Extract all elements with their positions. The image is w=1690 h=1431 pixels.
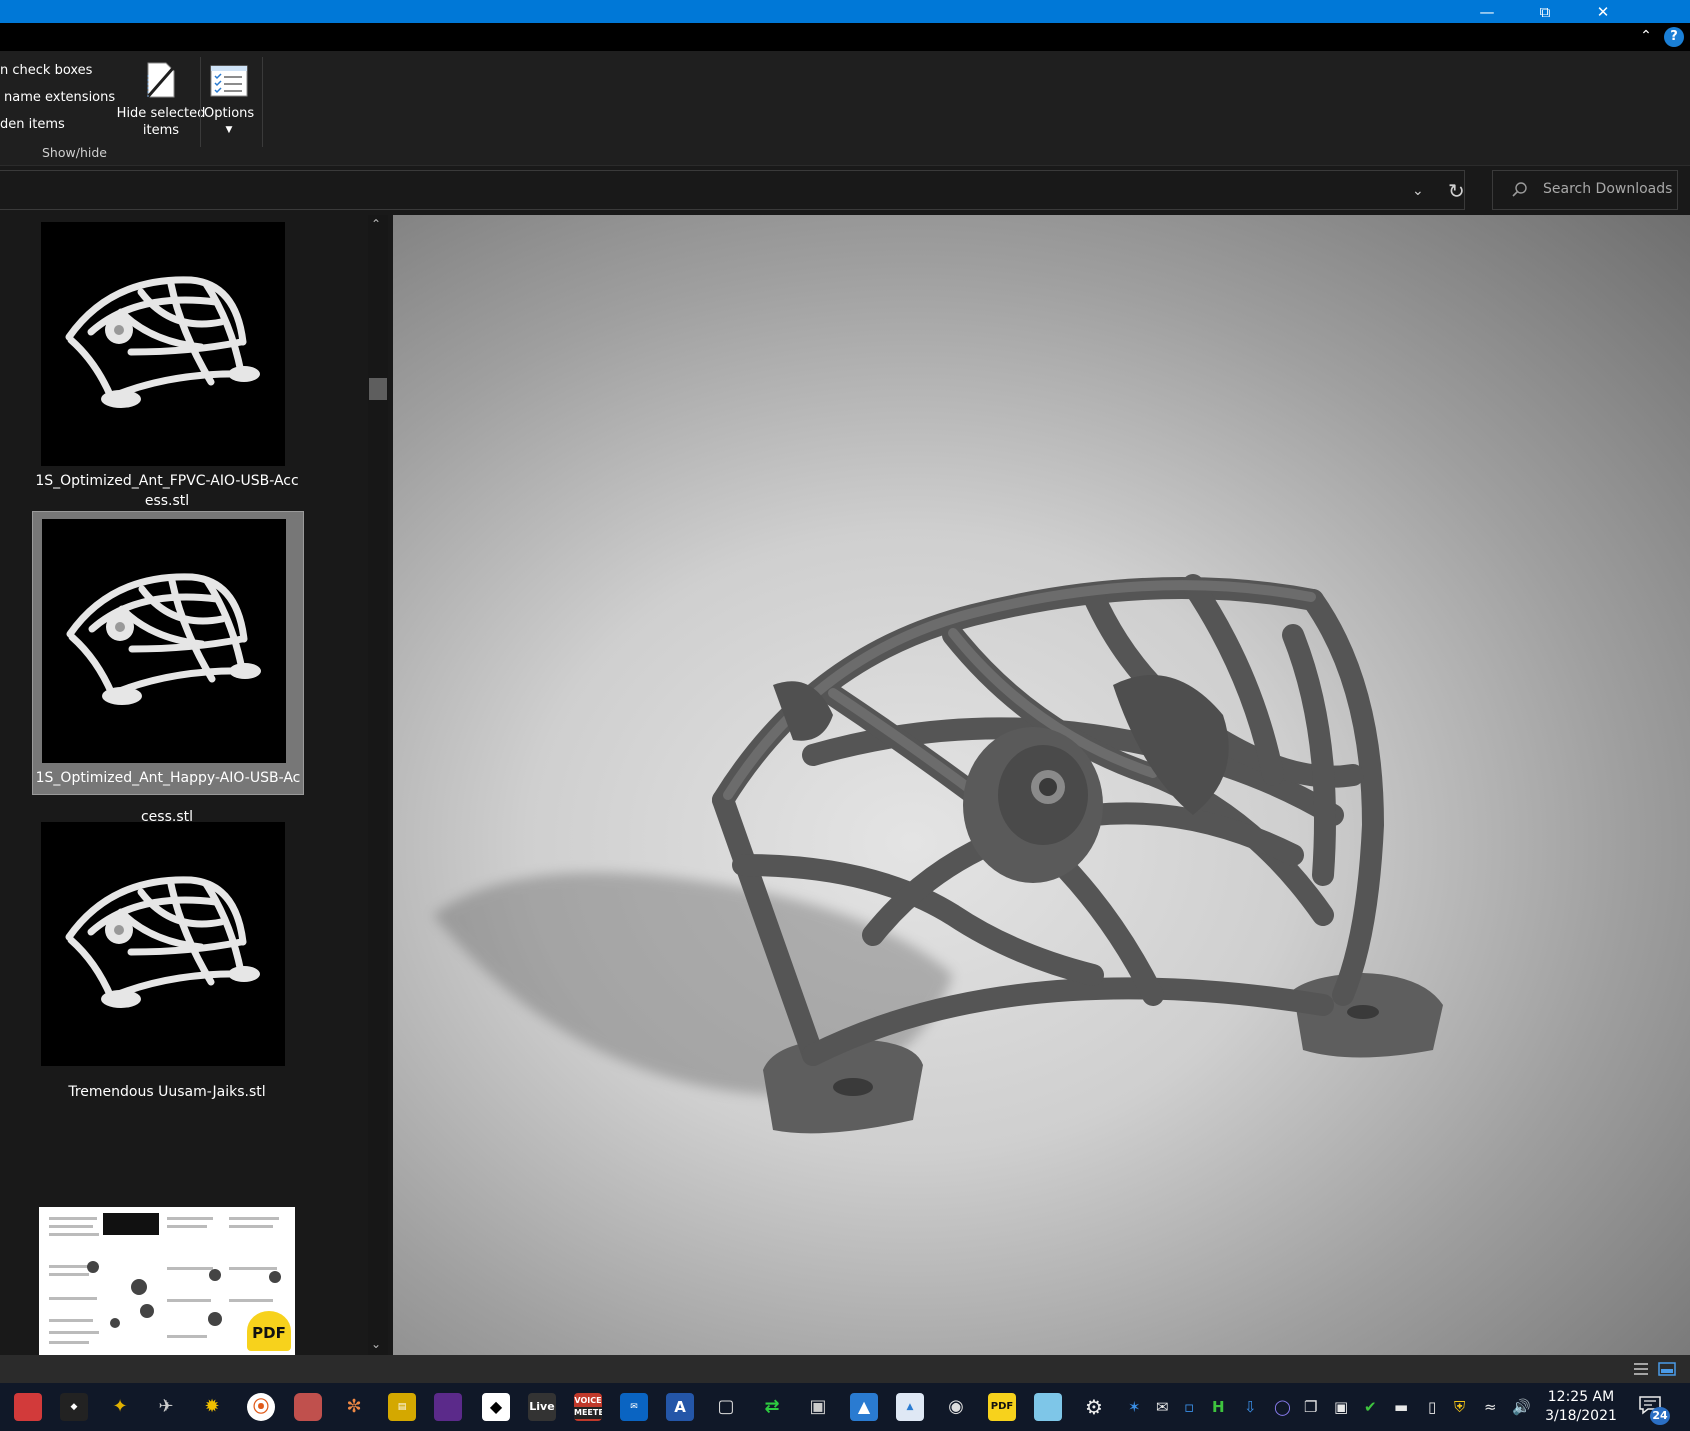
outlook-tray-icon[interactable]: ▫ <box>1184 1398 1194 1416</box>
options-dropdown-icon: ▼ <box>225 125 233 135</box>
taskbar-app-drone-icon[interactable]: ◆ <box>60 1393 88 1421</box>
taskbar-app-cubes-icon[interactable]: ▣ <box>804 1393 832 1421</box>
file-list: 1S_Optimized_Ant_FPVC-AIO-USB-Acc ess.st… <box>0 215 390 1355</box>
file-name: 1S_Optimized_Ant_FPVC-AIO-USB-Acc <box>35 473 299 489</box>
search-icon <box>1512 182 1527 197</box>
file-item-selected[interactable]: 1S_Optimized_Ant_Happy-AIO-USB-Ac <box>32 511 304 795</box>
h-tray-icon[interactable]: H <box>1212 1398 1225 1416</box>
copy-tray-icon[interactable]: ❐ <box>1304 1398 1317 1416</box>
stl-3d-model-preview <box>433 574 1443 1134</box>
item-check-boxes-option[interactable]: n check boxes <box>0 63 92 78</box>
taskbar-settings-gear-icon[interactable]: ⚙ <box>1080 1393 1108 1421</box>
options-button[interactable]: Options ▼ <box>204 59 254 139</box>
preview-pane <box>393 215 1690 1355</box>
download-tray-icon[interactable]: ⇩ <box>1244 1398 1257 1416</box>
stl-model-thumbnail-icon <box>65 876 260 1008</box>
file-item[interactable]: 1S_Optimized_Ant_FPVC-AIO-USB-Acc ess.st… <box>32 215 302 515</box>
stl-model-thumbnail-icon <box>65 276 260 408</box>
taskbar-app-pdf-icon[interactable]: PDF <box>988 1393 1016 1421</box>
taskbar-app-orange-swirl-icon[interactable]: ⦿ <box>247 1393 275 1421</box>
ribbon-tab-strip: ⌃ ? <box>0 23 1690 51</box>
search-input[interactable] <box>1541 180 1675 198</box>
taskbar-app-purple-icon[interactable] <box>434 1393 462 1421</box>
taskbar-app-outlook-icon[interactable]: ✉ <box>620 1393 648 1421</box>
voicemeeter-label-top: VOICE <box>574 1396 602 1405</box>
security-shield-icon[interactable]: ⛨ <box>1454 1398 1465 1416</box>
stl-thumbnail <box>41 822 285 1066</box>
taskbar-app-voicemeeter-icon[interactable]: VOICE MEETER <box>574 1393 602 1421</box>
clock-time: 12:25 AM <box>1547 1389 1615 1405</box>
options-label: Options <box>204 106 255 121</box>
clock[interactable]: 12:25 AM 3/18/2021 <box>1538 1388 1624 1426</box>
device-tray-icon[interactable]: ▬ <box>1394 1398 1408 1416</box>
file-item[interactable]: Tremendous Uusam-Jaiks.stl <box>32 815 302 1100</box>
search-box[interactable] <box>1492 170 1678 210</box>
taskbar-app-resolve-icon[interactable]: ✼ <box>340 1393 368 1421</box>
taskbar-app-red-icon[interactable] <box>14 1393 42 1421</box>
pdf-thumbnail: PDF <box>39 1207 295 1355</box>
large-icons-view-icon[interactable] <box>1658 1361 1676 1377</box>
taskbar-app-bird-icon[interactable]: ✦ <box>106 1393 134 1421</box>
taskbar-app-printer-icon[interactable]: ▢ <box>712 1393 740 1421</box>
file-name: 1S_Optimized_Ant_Happy-AIO-USB-Ac <box>35 770 301 786</box>
check-tray-icon[interactable]: ✔ <box>1364 1398 1377 1416</box>
minimize-button[interactable]: — <box>1458 0 1516 23</box>
show-hide-group-label: Show/hide <box>42 145 107 160</box>
pdf-app-badge: PDF <box>247 1311 291 1351</box>
address-row: ⌄ ↻ <box>0 166 1690 212</box>
clock-date: 3/18/2021 <box>1545 1408 1617 1424</box>
notification-count-badge: 24 <box>1650 1407 1670 1425</box>
file-name: Tremendous Uusam-Jaiks.stl <box>68 1084 266 1100</box>
stl-model-thumbnail-icon <box>66 573 261 705</box>
refresh-icon[interactable]: ↻ <box>1448 179 1465 203</box>
scroll-up-icon[interactable]: ⌃ <box>371 217 381 231</box>
usb-eject-tray-icon[interactable]: ▯ <box>1428 1398 1436 1416</box>
file-list-scrollbar[interactable]: ⌃ ⌄ <box>368 215 388 1355</box>
ring-tray-icon[interactable]: ◯ <box>1274 1398 1291 1416</box>
taskbar-app-ableton-live-icon[interactable]: Live <box>528 1393 556 1421</box>
restore-button[interactable]: ⧉ <box>1516 0 1574 23</box>
ribbon-separator <box>200 57 201 147</box>
file-name-2: ess.stl <box>144 493 190 509</box>
taskbar-app-usb-icon[interactable]: ⇄ <box>758 1393 786 1421</box>
hidden-items-option[interactable]: den items <box>0 117 65 132</box>
ribbon: n check boxes name extensions den items … <box>0 51 1690 166</box>
bluetooth-icon[interactable]: ✶ <box>1128 1398 1141 1416</box>
taskbar-app-blue-wedge-icon[interactable] <box>1034 1393 1062 1421</box>
volume-icon[interactable]: 🔊 <box>1512 1398 1531 1416</box>
collapse-ribbon-icon[interactable]: ⌃ <box>1635 28 1657 46</box>
file-name-extensions-option[interactable]: name extensions <box>4 90 115 105</box>
wifi-icon[interactable]: ≈ <box>1484 1398 1497 1416</box>
taskbar-app-image-icon[interactable]: ▲ <box>896 1393 924 1421</box>
mail-tray-icon[interactable]: ✉ <box>1156 1398 1169 1416</box>
stl-thumbnail <box>41 222 285 466</box>
taskbar-app-gecko-icon[interactable]: ✈ <box>152 1393 180 1421</box>
options-icon <box>210 65 248 97</box>
taskbar-app-a-icon[interactable]: A <box>666 1393 694 1421</box>
details-view-icon[interactable] <box>1632 1361 1650 1377</box>
taskbar: ◆ ✦ ✈ ✹ ⦿ ✼ ▤ ◆ Live VOICE MEETER ✉ A ▢ … <box>0 1383 1690 1431</box>
help-icon[interactable]: ? <box>1664 27 1684 47</box>
address-history-dropdown-icon[interactable]: ⌄ <box>1412 183 1424 199</box>
file-item[interactable]: PDF <box>32 1207 302 1355</box>
taskbar-app-cube-icon[interactable] <box>294 1393 322 1421</box>
scrollbar-thumb[interactable] <box>369 378 387 400</box>
taskbar-app-photos-icon[interactable]: ▲ <box>850 1393 878 1421</box>
monitor-tray-icon[interactable]: ▣ <box>1334 1398 1348 1416</box>
taskbar-app-globe-icon[interactable]: ◉ <box>942 1393 970 1421</box>
ribbon-separator-2 <box>262 57 263 147</box>
taskbar-app-diamond-icon[interactable]: ◆ <box>482 1393 510 1421</box>
status-bar <box>0 1355 1690 1383</box>
stl-thumbnail <box>42 519 286 763</box>
taskbar-app-film-icon[interactable]: ▤ <box>388 1393 416 1421</box>
close-button[interactable]: ✕ <box>1574 0 1632 23</box>
action-center-button[interactable]: 24 <box>1638 1395 1670 1425</box>
address-bar[interactable]: ⌄ ↻ <box>0 170 1465 210</box>
taskbar-app-bug-icon[interactable]: ✹ <box>198 1393 226 1421</box>
scroll-down-icon[interactable]: ⌄ <box>371 1337 381 1351</box>
voicemeeter-label-bottom: MEETER <box>574 1407 602 1419</box>
title-bar: — ⧉ ✕ <box>0 0 1690 23</box>
hide-selected-icon <box>144 62 176 99</box>
